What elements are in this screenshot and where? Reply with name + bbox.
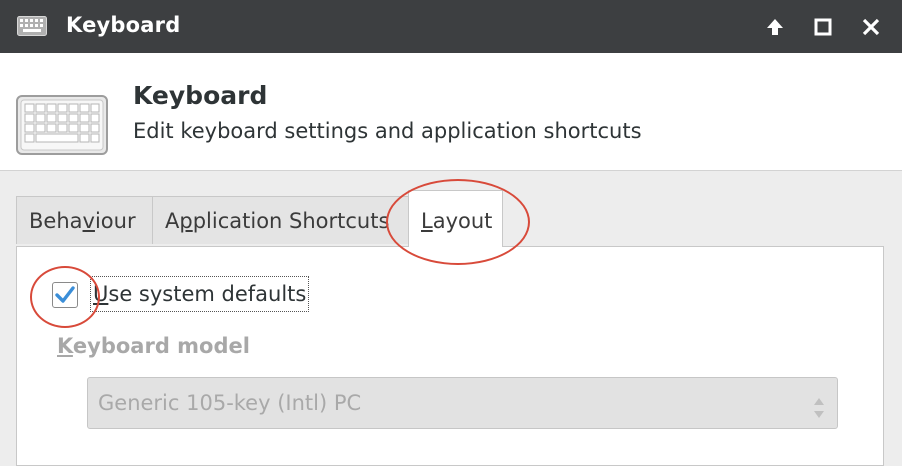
- keyboard-model-select[interactable]: Generic 105-key (Intl) PC: [87, 377, 838, 429]
- use-system-defaults-label[interactable]: Use system defaults: [90, 276, 310, 312]
- checkmark-icon: [55, 286, 75, 303]
- window-title: Keyboard: [66, 13, 181, 37]
- keyboard-model-value: Generic 105-key (Intl) PC: [98, 391, 362, 415]
- keyboard-icon: [17, 16, 47, 40]
- keyboard-model-label: Keyboard model: [57, 334, 250, 358]
- tab-label: Layout: [421, 209, 493, 233]
- use-system-defaults-checkbox[interactable]: [52, 282, 78, 308]
- arrow-up-icon[interactable]: [764, 16, 786, 38]
- tab-layout[interactable]: Layout: [408, 190, 503, 247]
- header-subtitle: Edit keyboard settings and application s…: [133, 119, 642, 143]
- tab-application-shortcuts[interactable]: Application Shortcuts: [152, 196, 409, 244]
- updown-arrows-icon: [813, 390, 825, 440]
- maximize-icon[interactable]: [812, 16, 834, 38]
- tab-label: Behaviour: [29, 209, 136, 233]
- header-title: Keyboard: [133, 81, 268, 110]
- close-icon[interactable]: [860, 16, 882, 38]
- tab-label: Application Shortcuts: [165, 209, 390, 233]
- keyboard-icon: [16, 95, 108, 159]
- tab-behaviour[interactable]: Behaviour: [16, 196, 153, 244]
- title-bar: Keyboard: [0, 0, 902, 53]
- dialog-header: Keyboard Edit keyboard settings and appl…: [0, 53, 902, 171]
